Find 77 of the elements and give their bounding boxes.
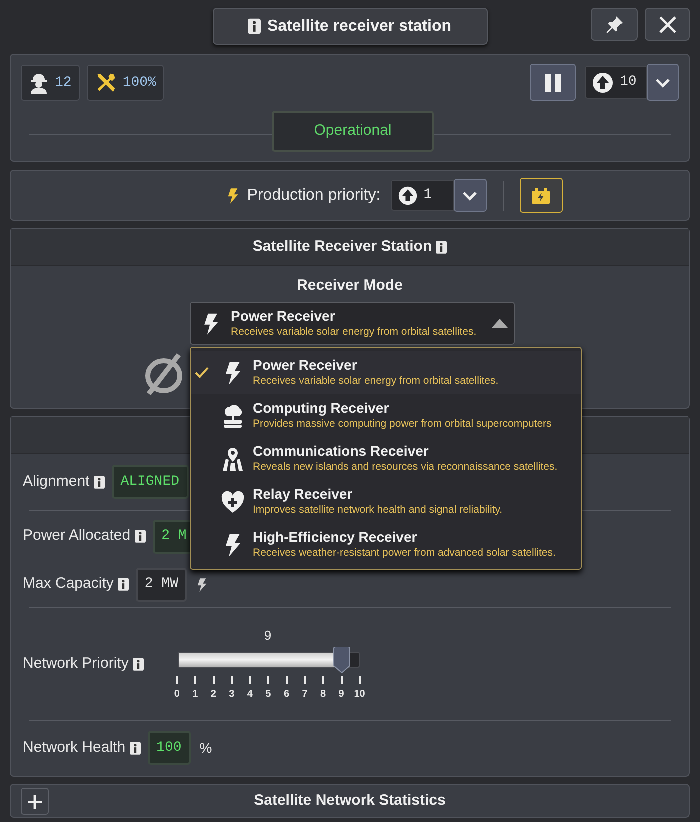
tick-label: 2 <box>210 688 216 702</box>
menu-item[interactable]: Power Receiver Receives variable solar energy from orbital satellites. <box>191 351 581 394</box>
chevron-down-icon <box>655 78 671 88</box>
cloud-server-icon <box>221 402 245 428</box>
tick-label: 0 <box>174 688 180 702</box>
battery-icon <box>532 188 550 204</box>
heart-plus-icon <box>221 488 245 514</box>
tick-label: 5 <box>266 688 272 702</box>
info-icon[interactable] <box>436 240 448 254</box>
unit-label: % <box>200 738 212 758</box>
maintenance-value: 100% <box>122 74 156 92</box>
window-title: Satellite receiver station <box>267 16 452 36</box>
tick-label: 1 <box>192 688 198 702</box>
field-label: Max Capacity <box>23 574 114 594</box>
info-icon[interactable] <box>134 530 146 543</box>
empty-set-icon <box>143 352 185 396</box>
receiver-mode-label: Receiver Mode <box>296 276 404 296</box>
battery-button[interactable] <box>520 178 563 213</box>
section-title: Satellite Network Statistics <box>254 790 446 811</box>
menu-item-description: Provides massive computing power from orbital supercomputers <box>253 417 552 432</box>
menu-item-description: Receives variable solar energy from orbital satellites. <box>253 374 499 389</box>
menu-item[interactable]: Communications Receiver Reveals new islands and resources via reconnaissance satellites. <box>191 437 581 480</box>
menu-item[interactable]: Computing Receiver Provides massive computing power from orbital supercomputers <box>191 394 581 437</box>
menu-item-title: Communications Receiver <box>253 442 430 460</box>
field-label: Alignment <box>23 472 90 492</box>
pin-icon <box>604 14 624 34</box>
production-dropdown-button[interactable] <box>454 179 487 212</box>
priority-value: 10 <box>620 73 637 92</box>
close-icon <box>658 14 678 34</box>
pause-button[interactable] <box>530 64 576 101</box>
tick-label: 8 <box>320 688 326 702</box>
tick-label: 6 <box>284 688 290 702</box>
worker-count: 12 <box>55 74 72 92</box>
selected-mode-description: Receives variable solar energy from orbital satellites. <box>231 325 478 339</box>
info-icon[interactable] <box>94 476 105 488</box>
close-button[interactable] <box>645 8 690 41</box>
check-icon <box>195 366 209 378</box>
tick-label: 9 <box>338 688 344 702</box>
expand-button[interactable] <box>21 788 49 815</box>
info-icon[interactable] <box>130 742 141 754</box>
menu-item-title: Computing Receiver <box>253 399 390 417</box>
field-label: Power Allocated <box>23 526 131 546</box>
worker-icon <box>29 72 49 94</box>
value-display: ALIGNED <box>112 465 189 499</box>
map-pin-icon <box>221 446 245 472</box>
info-icon[interactable] <box>248 18 262 35</box>
chevron-down-icon <box>462 190 478 200</box>
info-icon[interactable] <box>118 578 129 591</box>
selected-mode-title: Power Receiver <box>231 308 336 325</box>
plus-icon <box>28 794 42 808</box>
menu-item-description: Reveals new islands and resources via reconnaissance satellites. <box>253 460 558 475</box>
slider[interactable] <box>178 646 360 674</box>
tick-label: 10 <box>354 688 366 702</box>
menu-item-title: High-Efficiency Receiver <box>253 528 418 546</box>
section-title: Satellite Receiver Station <box>252 236 432 257</box>
tick-label: 4 <box>247 688 253 702</box>
tools-icon <box>94 72 117 94</box>
menu-item-title: Relay Receiver <box>253 485 354 503</box>
tick-label: 7 <box>302 688 308 702</box>
slider-thumb[interactable] <box>332 646 351 674</box>
slider-value: 9 <box>263 627 273 645</box>
production-priority-value: 1 <box>424 186 432 205</box>
field-label: Network Priority <box>23 654 129 674</box>
value-display: 2 MW <box>136 568 188 602</box>
tick-label: 3 <box>229 688 235 702</box>
field-label: Network Health <box>23 738 126 758</box>
value-display: 100 <box>148 731 191 765</box>
priority-dropdown-button[interactable] <box>647 64 679 101</box>
info-icon[interactable] <box>132 658 144 670</box>
menu-item-description: Improves satellite network health and signal reliability. <box>253 503 503 518</box>
receiver-mode-dropdown[interactable]: Power Receiver Receives variable solar energy from orbital satellites. <box>190 302 515 345</box>
production-priority-label: Production priority: <box>247 186 381 206</box>
pin-button[interactable] <box>591 8 638 41</box>
pause-icon <box>544 72 562 92</box>
status-indicator: Operational <box>272 111 434 152</box>
menu-item-title: Power Receiver <box>253 356 358 374</box>
menu-item-description: Receives weather-resistant power from advanced solar satellites. <box>253 546 556 561</box>
